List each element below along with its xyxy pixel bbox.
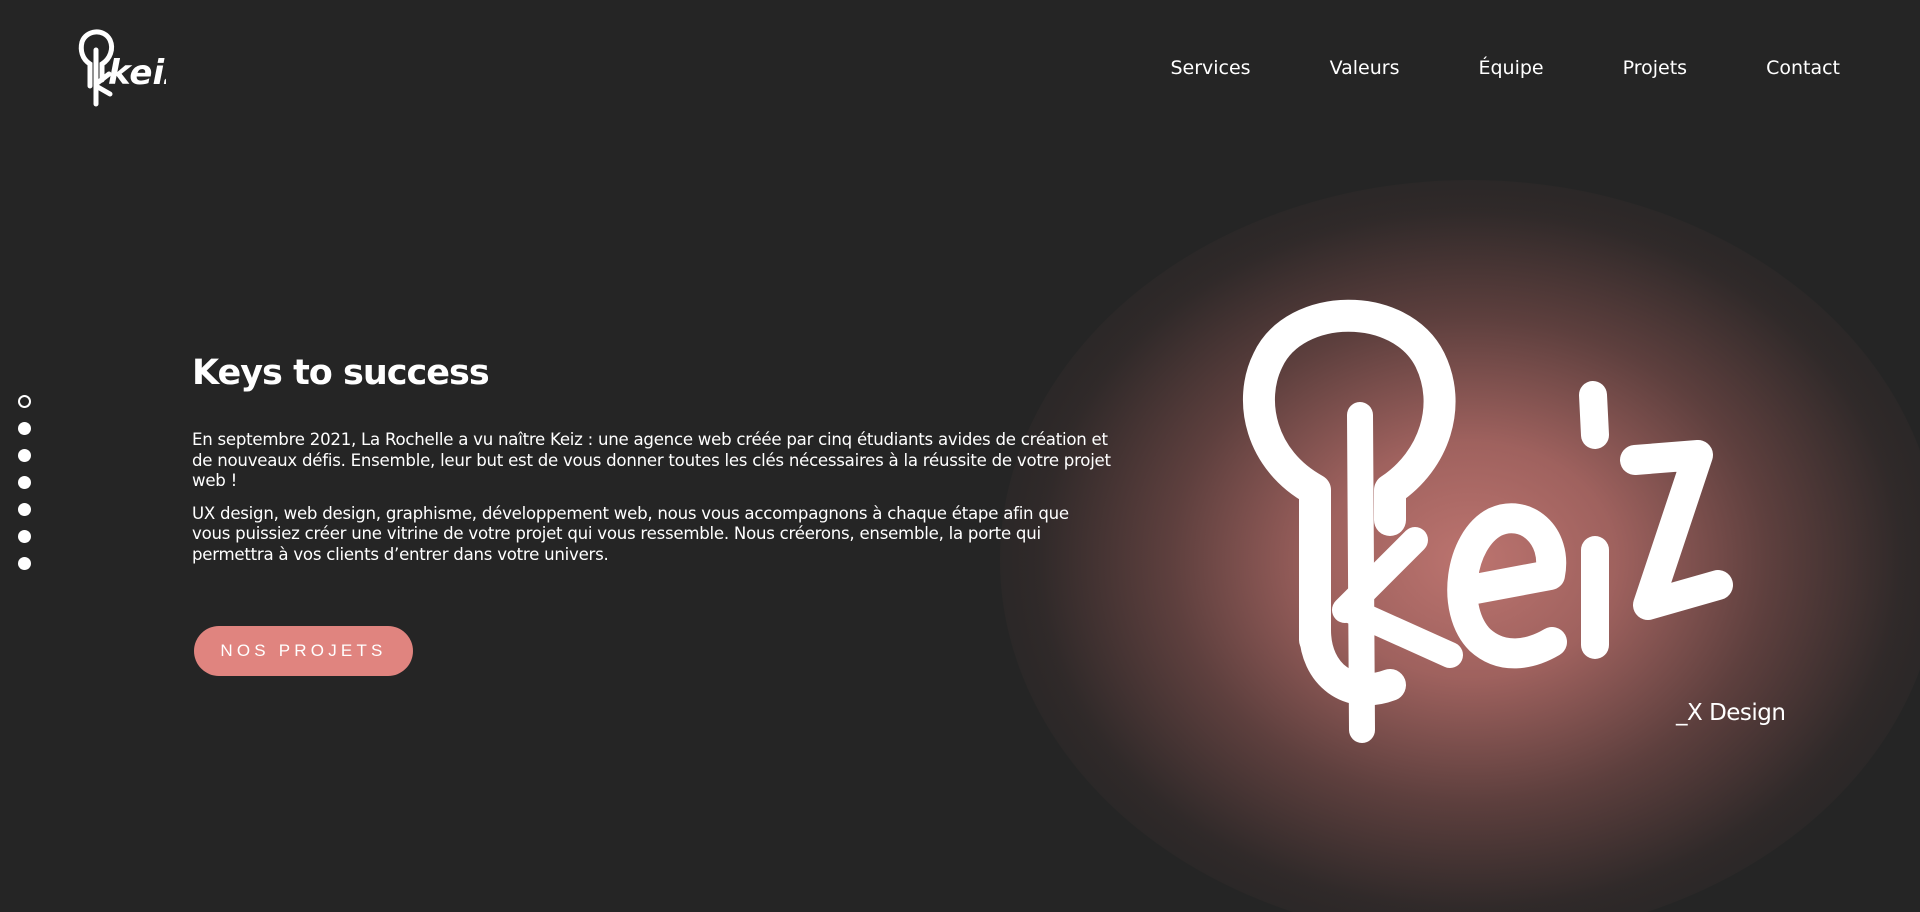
nav-services[interactable]: Services	[1170, 54, 1250, 82]
section-dot-3[interactable]	[18, 449, 31, 462]
main-nav: Services Valeurs Équipe Projets Contact	[1091, 54, 1840, 82]
nos-projets-button[interactable]: NOS PROJETS	[194, 626, 413, 676]
section-dot-5[interactable]	[18, 503, 31, 516]
brand-tagline: _X Design	[1676, 700, 1786, 726]
nav-projets[interactable]: Projets	[1623, 54, 1687, 82]
hero-paragraph-services: UX design, web design, graphisme, dévelo…	[192, 503, 1069, 564]
hero-title: Keys to success	[192, 353, 490, 393]
section-dot-7[interactable]	[18, 557, 31, 570]
keiz-hero-logo	[1242, 299, 1733, 743]
section-dot-4[interactable]	[18, 476, 31, 489]
keiz-logo-icon: keiz	[78, 29, 184, 107]
hero-paragraph-intro: En septembre 2021, La Rochelle a vu naît…	[192, 430, 1111, 490]
section-dot-2[interactable]	[18, 422, 31, 435]
nav-equipe[interactable]: Équipe	[1478, 54, 1543, 82]
page: keiz Services Valeurs Équipe Projets Con…	[0, 0, 1920, 912]
header-logo[interactable]: keiz	[76, 24, 184, 110]
section-dot-1[interactable]	[18, 395, 31, 408]
nav-contact[interactable]: Contact	[1766, 54, 1840, 82]
svg-text:keiz: keiz	[108, 53, 166, 93]
hero-section: Keys to success En septembre 2021, La Ro…	[192, 350, 1112, 577]
section-dot-6[interactable]	[18, 530, 31, 543]
nav-valeurs[interactable]: Valeurs	[1330, 54, 1400, 82]
section-pagination	[18, 395, 31, 570]
